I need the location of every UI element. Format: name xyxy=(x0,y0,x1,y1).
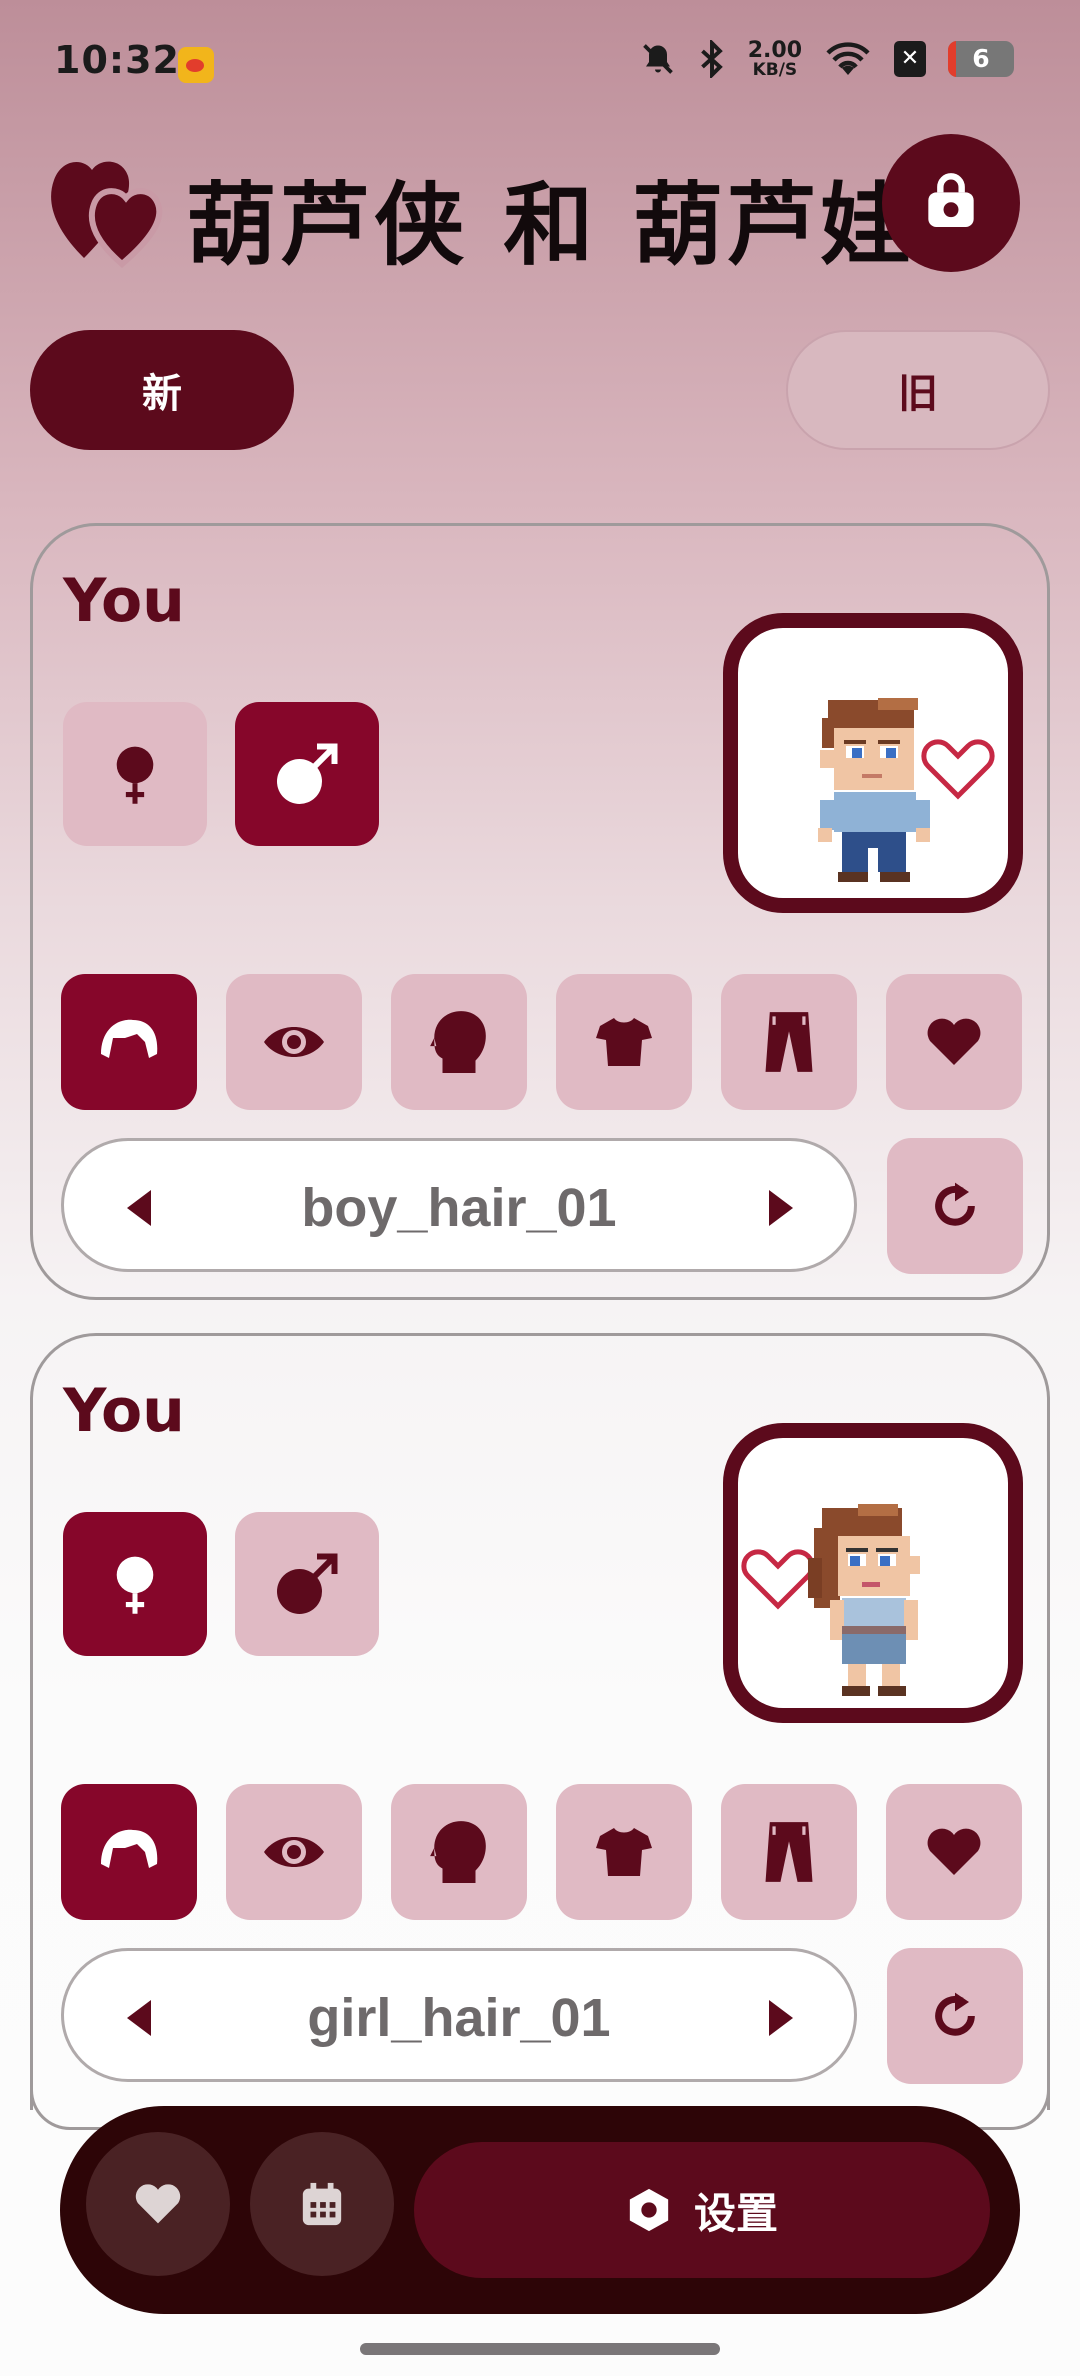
male-button[interactable] xyxy=(235,1512,379,1656)
next-item-button[interactable] xyxy=(756,1993,806,2043)
hair-icon xyxy=(101,1829,158,1868)
mute-bell-icon xyxy=(642,44,673,74)
refresh-icon xyxy=(935,1992,975,2036)
pants-icon xyxy=(765,1012,813,1072)
status-time: 10:32 xyxy=(54,38,180,82)
eye-icon xyxy=(264,1027,324,1057)
favorites-nav-button[interactable] xyxy=(86,2132,230,2276)
calendar-icon xyxy=(302,2182,342,2226)
hearts-logo-icon xyxy=(51,161,163,268)
category-head-button[interactable] xyxy=(391,1784,527,1920)
heart-icon xyxy=(135,2184,181,2224)
eye-icon xyxy=(264,1837,324,1867)
item-selector: girl_hair_01 xyxy=(61,1948,857,2082)
item-label: boy_hair_01 xyxy=(301,1178,617,1238)
avatar-preview xyxy=(723,1423,1023,1723)
heart-icon xyxy=(927,1828,981,1875)
status-bar: 10:32 2.00 KB/S ✕ 6 xyxy=(0,0,1080,128)
network-speed: 2.00 KB/S xyxy=(747,38,802,80)
category-shirt-button[interactable] xyxy=(556,974,692,1110)
reset-button[interactable] xyxy=(887,1948,1023,2084)
character-card-1: You boy_hair_01 xyxy=(30,523,1050,1300)
female-icon xyxy=(116,1556,154,1614)
category-eyes-button[interactable] xyxy=(226,974,362,1110)
shirt-icon xyxy=(596,1828,652,1876)
category-eyes-button[interactable] xyxy=(226,1784,362,1920)
item-selector: boy_hair_01 xyxy=(61,1138,857,1272)
male-button[interactable] xyxy=(235,702,379,846)
battery-indicator: 6 xyxy=(948,41,1014,77)
head-icon xyxy=(430,1821,486,1883)
settings-label: 设置 xyxy=(693,2188,778,2238)
next-item-button[interactable] xyxy=(756,1183,806,1233)
category-hair-button[interactable] xyxy=(61,974,197,1110)
arrow-right-icon xyxy=(769,2000,793,2036)
tab-new[interactable]: 新 xyxy=(30,330,294,450)
settings-hexagon-icon xyxy=(629,2188,669,2232)
item-label: girl_hair_01 xyxy=(307,1988,611,2048)
calendar-nav-button[interactable] xyxy=(250,2132,394,2276)
heart-icon xyxy=(927,1018,981,1065)
status-icons: 2.00 KB/S ✕ 6 xyxy=(640,38,1014,80)
category-pants-button[interactable] xyxy=(721,1784,857,1920)
female-icon xyxy=(116,746,154,804)
category-pants-button[interactable] xyxy=(721,974,857,1110)
female-button[interactable] xyxy=(63,702,207,846)
pants-icon xyxy=(765,1822,813,1882)
card-title: You xyxy=(63,1376,185,1446)
sim-icon: ✕ xyxy=(894,41,926,77)
male-icon xyxy=(277,1553,338,1614)
category-heart-button[interactable] xyxy=(886,1784,1022,1920)
home-indicator[interactable] xyxy=(360,2343,720,2355)
female-button[interactable] xyxy=(63,1512,207,1656)
head-icon xyxy=(430,1011,486,1073)
boy-avatar-icon xyxy=(818,698,995,882)
bottom-navigation: 设置 xyxy=(60,2106,1020,2314)
category-shirt-button[interactable] xyxy=(556,1784,692,1920)
arrow-right-icon xyxy=(769,1190,793,1226)
wifi-icon xyxy=(826,42,870,75)
hair-icon xyxy=(101,1019,158,1058)
category-heart-button[interactable] xyxy=(886,974,1022,1110)
card-title: You xyxy=(63,566,185,636)
shop-button[interactable] xyxy=(882,134,1020,272)
character-card-2: You girl_hair_01 xyxy=(30,1333,1050,2130)
bluetooth-icon xyxy=(700,40,723,78)
weibo-notification-icon xyxy=(178,47,214,83)
app-title: 葫芦侠 和 葫芦娃 xyxy=(186,173,915,278)
avatar-preview xyxy=(723,613,1023,913)
shopping-bag-icon xyxy=(928,173,974,227)
network-speed-value: 2.00 xyxy=(747,38,802,63)
tab-old[interactable]: 旧 xyxy=(786,330,1050,450)
reset-button[interactable] xyxy=(887,1138,1023,1274)
category-head-button[interactable] xyxy=(391,974,527,1110)
refresh-icon xyxy=(935,1182,975,1226)
girl-avatar-icon xyxy=(741,1504,920,1696)
settings-nav-button[interactable]: 设置 xyxy=(414,2142,990,2278)
network-speed-unit: KB/S xyxy=(752,60,798,80)
male-icon xyxy=(277,743,338,804)
shirt-icon xyxy=(596,1018,652,1066)
category-hair-button[interactable] xyxy=(61,1784,197,1920)
